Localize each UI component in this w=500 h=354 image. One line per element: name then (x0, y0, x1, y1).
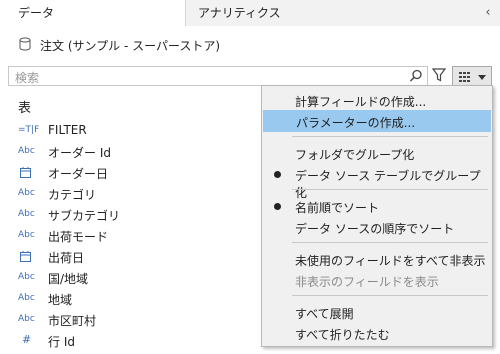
search-icon[interactable] (409, 69, 423, 83)
field-name: オーダー日 (48, 167, 109, 181)
menu-item-label: 非表示のフィールドを表示 (295, 275, 439, 289)
field-name: サブカテゴリ (48, 209, 121, 223)
menu-item-label: データ ソースの順序でソート (295, 222, 455, 236)
calendar-icon (20, 251, 31, 262)
menu-divider (292, 189, 488, 190)
search-placeholder: 検索 (15, 71, 40, 85)
menu-item-label: フォルダでグループ化 (295, 148, 415, 162)
selected-bullet-icon (274, 203, 281, 210)
menu-item-create-calculated-field[interactable]: 計算フィールドの作成... (262, 89, 492, 111)
search-field[interactable]: 検索 (8, 66, 428, 86)
menu-item-create-parameter[interactable]: パラメーターの作成... (263, 110, 491, 132)
menu-item-group-by-folder[interactable]: フォルダでグループ化 (262, 142, 492, 164)
menu-item-hide-unused-fields[interactable]: 未使用のフィールドをすべて非表示 (262, 248, 492, 270)
datasource-name: 注文 (サンプル - スーパーストア) (40, 39, 221, 53)
menu-divider (292, 242, 488, 243)
view-options-button[interactable] (452, 66, 492, 86)
field-item[interactable]: Abc オーダー Id (0, 141, 260, 162)
field-item[interactable]: # 行 Id (0, 330, 260, 351)
field-name: 国/地域 (48, 272, 89, 286)
menu-item-sort-by-name[interactable]: 名前順でソート (262, 195, 492, 217)
field-item[interactable]: Abc 国/地域 (0, 267, 260, 288)
menu-item-show-hidden-fields: 非表示のフィールドを表示 (262, 269, 492, 291)
field-item[interactable]: Abc 市区町村 (0, 309, 260, 330)
menu-divider (292, 295, 488, 296)
database-icon (19, 37, 31, 51)
tab-data[interactable]: データ (0, 0, 186, 26)
chevron-left-icon[interactable]: ‹ (476, 0, 500, 26)
menu-divider (292, 136, 488, 137)
field-item[interactable]: Abc カテゴリ (0, 183, 260, 204)
menu-item-label: すべて展開 (295, 307, 354, 321)
field-name: オーダー Id (48, 146, 111, 160)
grid-icon (459, 72, 470, 82)
panel-tabs: データ アナリティクス ‹ (0, 0, 500, 26)
datasource-row[interactable]: 注文 (サンプル - スーパーストア) (0, 27, 500, 63)
menu-item-group-by-table[interactable]: データ ソース テーブルでグループ化 (262, 163, 492, 200)
menu-item-label: 未使用のフィールドをすべて非表示 (295, 254, 486, 268)
calendar-icon (20, 167, 31, 178)
table-section-title: 表 (18, 101, 32, 116)
selected-bullet-icon (274, 171, 281, 178)
field-name: 地域 (48, 293, 73, 307)
string-icon: Abc (18, 230, 35, 240)
menu-item-expand-all[interactable]: すべて展開 (262, 301, 492, 323)
boolean-icon: =T|F (18, 125, 40, 135)
menu-item-sort-by-datasource-order[interactable]: データ ソースの順序でソート (262, 216, 492, 238)
string-icon: Abc (18, 188, 35, 198)
field-name: カテゴリ (48, 188, 97, 202)
field-item[interactable]: =T|F FILTER (0, 120, 260, 141)
field-name: 出荷日 (48, 251, 85, 265)
tab-analytics[interactable]: アナリティクス (186, 0, 476, 26)
field-name: 行 Id (48, 335, 75, 349)
field-name: 市区町村 (48, 314, 97, 328)
field-item[interactable]: Abc 出荷モード (0, 225, 260, 246)
string-icon: Abc (18, 293, 35, 303)
filter-icon[interactable] (432, 68, 446, 82)
field-name: FILTER (48, 123, 87, 137)
menu-item-label: 名前順でソート (295, 201, 380, 215)
string-icon: Abc (18, 314, 35, 324)
context-menu: 計算フィールドの作成... パラメーターの作成... フォルダでグループ化 デー… (261, 85, 493, 347)
dropdown-arrow-icon (478, 75, 486, 80)
string-icon: Abc (18, 209, 35, 219)
menu-item-collapse-all[interactable]: すべて折りたたむ (262, 322, 492, 344)
string-icon: Abc (18, 272, 35, 282)
menu-item-label: パラメーターの作成... (296, 116, 416, 130)
field-item[interactable]: Abc 地域 (0, 288, 260, 309)
number-icon: # (22, 333, 32, 346)
menu-item-label: すべて折りたたむ (295, 328, 390, 342)
field-name: 出荷モード (48, 230, 109, 244)
field-item[interactable]: 出荷日 (0, 246, 260, 267)
field-item[interactable]: Abc サブカテゴリ (0, 204, 260, 225)
string-icon: Abc (18, 146, 35, 156)
field-item[interactable]: オーダー日 (0, 162, 260, 183)
menu-item-label: 計算フィールドの作成... (295, 95, 427, 109)
